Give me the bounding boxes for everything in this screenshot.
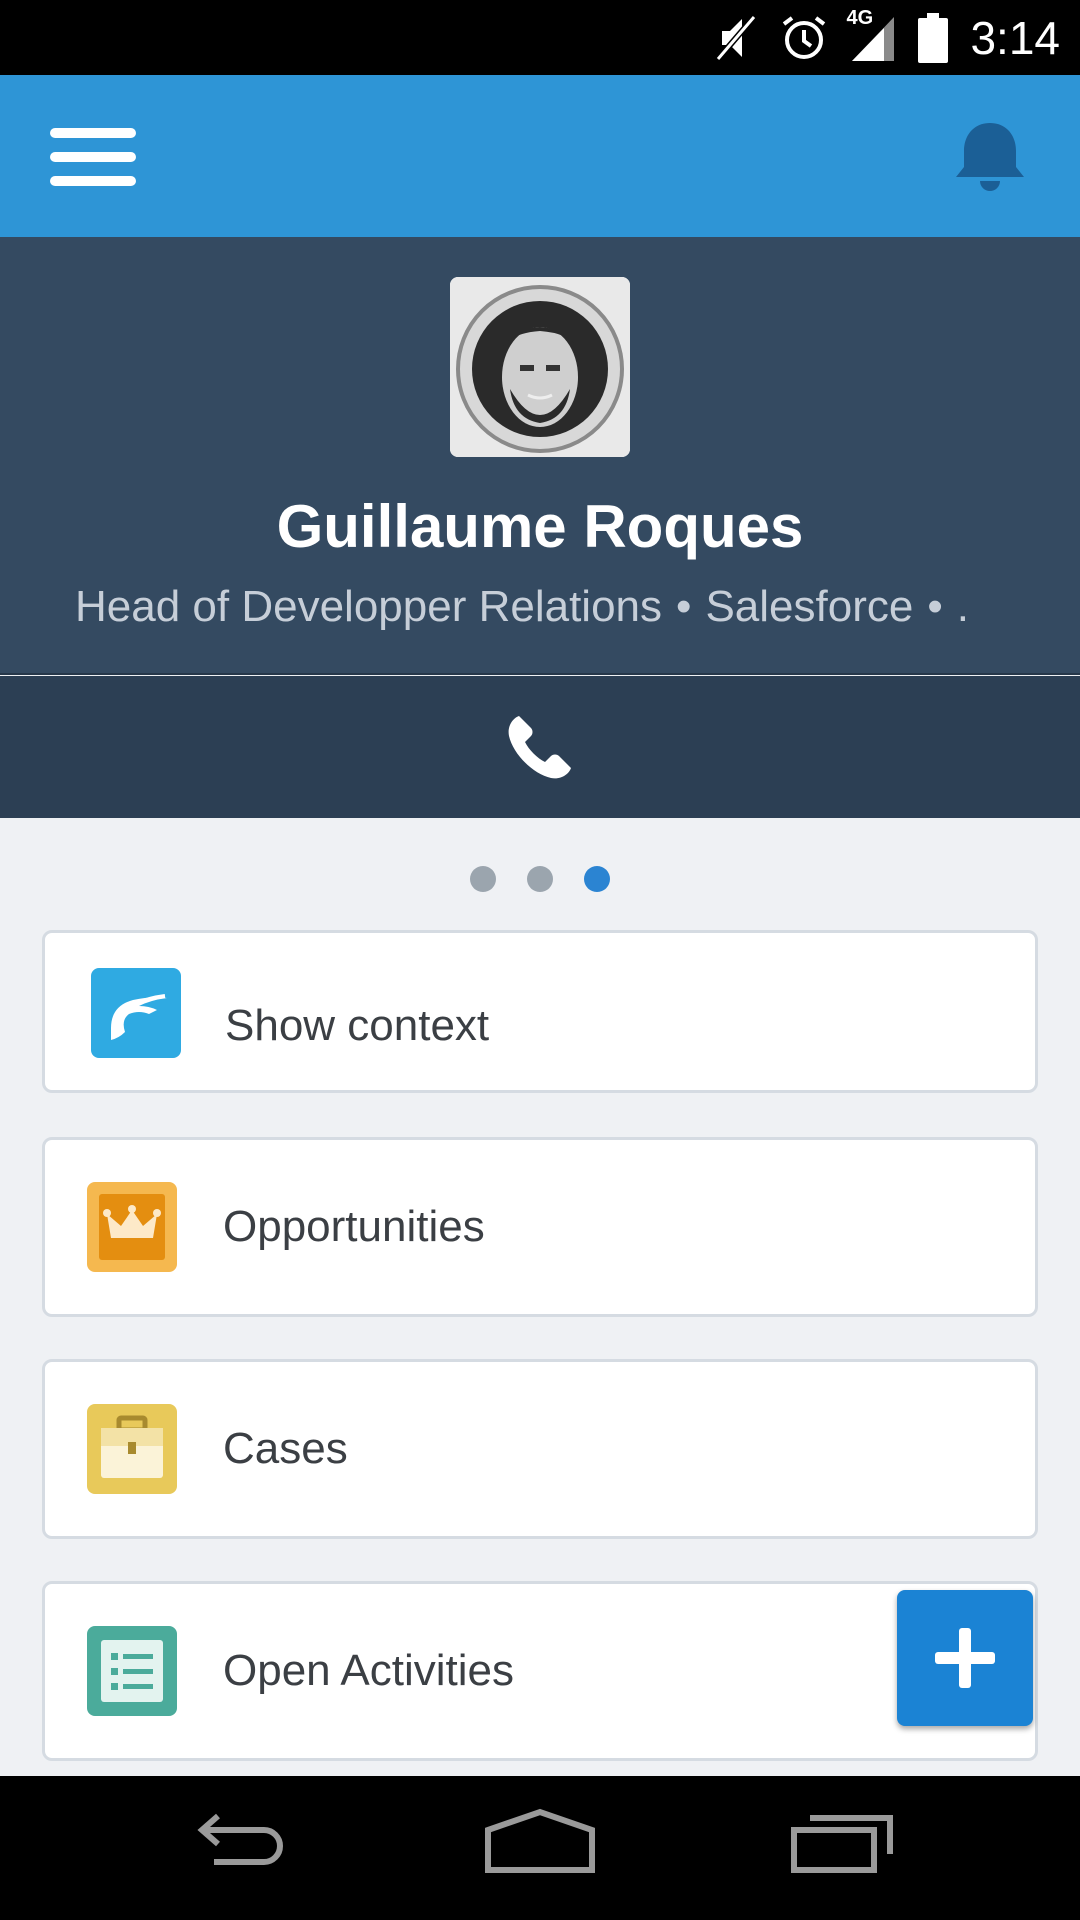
app-header — [0, 75, 1080, 237]
hamburger-menu-icon[interactable] — [50, 117, 150, 197]
page-dot[interactable] — [470, 866, 496, 892]
card-label: Show context — [225, 1001, 490, 1050]
list-icon — [87, 1626, 177, 1716]
signal-icon: 4G — [846, 7, 896, 63]
profile-header: Guillaume Roques Head of Developper Rela… — [0, 237, 1080, 675]
plus-icon — [935, 1628, 995, 1688]
card-label: Opportunities — [223, 1202, 485, 1251]
crown-icon — [87, 1182, 177, 1272]
profile-company: Salesforce — [705, 582, 914, 631]
alarm-icon — [780, 14, 828, 62]
profile-title: Head of Developper Relations — [75, 582, 663, 631]
bell-icon[interactable] — [950, 117, 1030, 197]
card-label: Open Activities — [223, 1646, 515, 1695]
profile-name: Guillaume Roques — [276, 493, 804, 560]
page-dot[interactable] — [527, 866, 553, 892]
system-nav-bar — [0, 1776, 1080, 1920]
card-label: Cases — [223, 1424, 348, 1473]
home-icon[interactable] — [480, 1806, 600, 1886]
page-indicator — [0, 866, 1080, 896]
card-open-activities[interactable]: Open Activities — [42, 1581, 1038, 1761]
briefcase-icon — [87, 1404, 177, 1494]
battery-icon — [918, 12, 949, 63]
status-bar: 4G 3:14 — [0, 0, 1080, 75]
card-opportunities[interactable]: Opportunities — [42, 1137, 1038, 1317]
clock: 3:14 — [970, 11, 1060, 64]
network-type: 4G — [846, 6, 874, 29]
back-icon[interactable] — [180, 1806, 300, 1886]
add-button[interactable] — [897, 1590, 1033, 1726]
page-dot-active[interactable] — [584, 866, 610, 892]
card-show-context[interactable]: Show context — [42, 930, 1038, 1093]
separator: • — [676, 582, 692, 631]
profile-trailing: . — [956, 582, 969, 631]
action-bar — [0, 676, 1080, 818]
profile-subtitle: Head of Developper Relations • Salesforce •… — [75, 582, 1075, 632]
separator: • — [927, 582, 943, 631]
card-cases[interactable]: Cases — [42, 1359, 1038, 1539]
avatar — [450, 277, 630, 457]
phone-icon[interactable] — [505, 712, 575, 782]
mute-icon — [714, 13, 758, 63]
context-icon — [91, 968, 181, 1058]
recents-icon[interactable] — [780, 1806, 900, 1886]
